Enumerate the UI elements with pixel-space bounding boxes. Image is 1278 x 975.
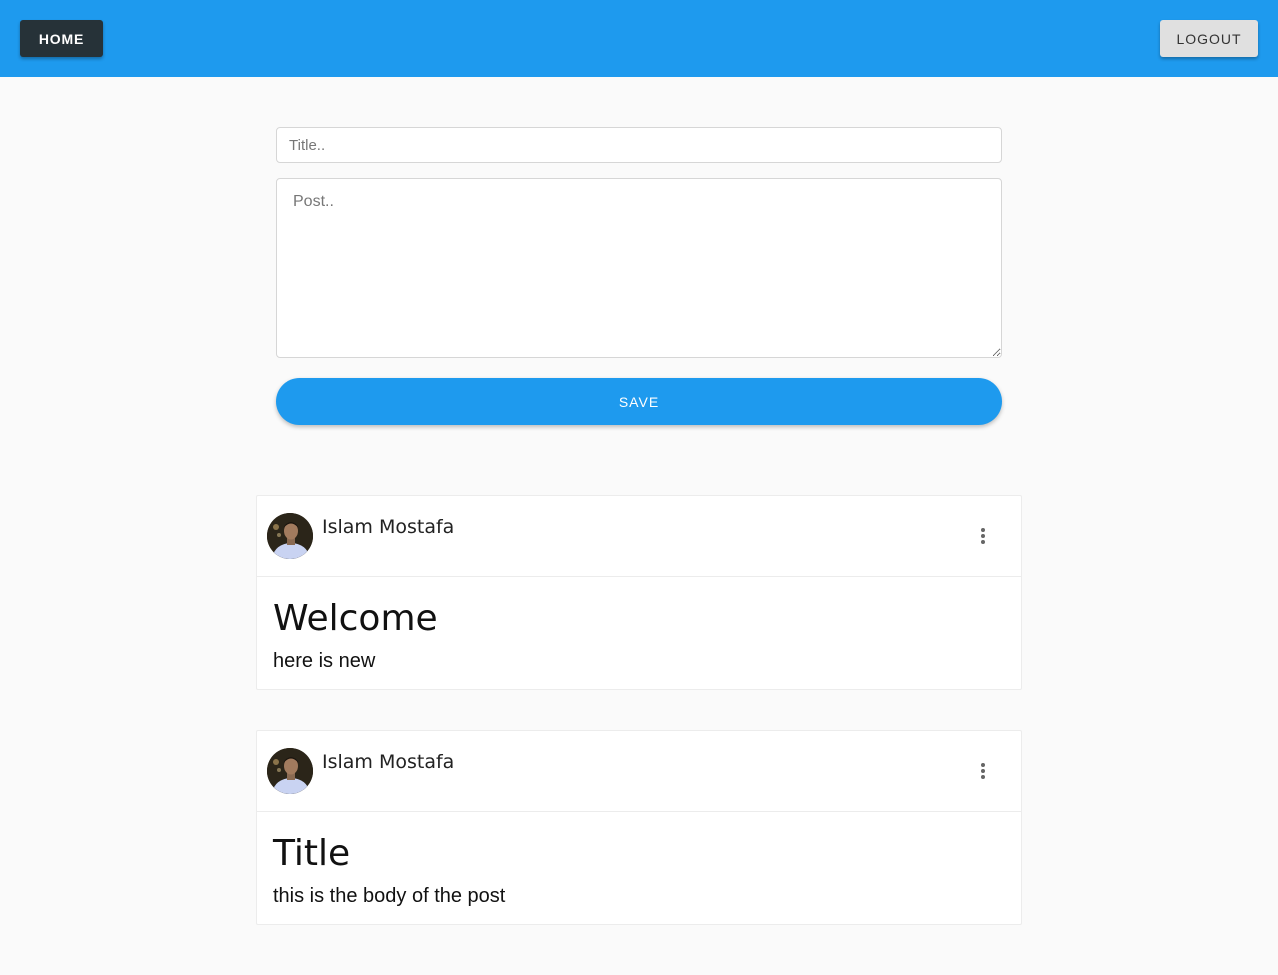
user-avatar-photo-icon <box>267 513 313 559</box>
post-textarea[interactable] <box>276 178 1002 358</box>
user-avatar-photo-icon <box>267 748 313 794</box>
title-input[interactable] <box>276 127 1002 163</box>
post-card-body: Welcome here is new <box>257 577 1021 689</box>
logout-button[interactable]: LOGOUT <box>1160 20 1258 57</box>
post-card: Islam Mostafa Title this is the body of … <box>256 730 1022 925</box>
top-app-bar: HOME LOGOUT <box>0 0 1278 77</box>
save-button[interactable]: SAVE <box>276 378 1002 425</box>
post-author-name: Islam Mostafa <box>322 751 455 773</box>
post-card-body: Title this is the body of the post <box>257 812 1021 924</box>
post-body: here is new <box>273 650 376 672</box>
post-card-header: Islam Mostafa <box>257 496 1021 577</box>
post-body: this is the body of the post <box>273 885 506 907</box>
post-author-name: Islam Mostafa <box>322 516 455 538</box>
post-card-header: Islam Mostafa <box>257 731 1021 812</box>
post-title: Welcome <box>273 598 438 639</box>
more-vertical-icon[interactable] <box>973 761 993 781</box>
more-vertical-icon[interactable] <box>973 526 993 546</box>
home-button[interactable]: HOME <box>20 20 103 57</box>
avatar <box>267 748 313 794</box>
post-title: Title <box>273 833 351 874</box>
avatar <box>267 513 313 559</box>
post-card: Islam Mostafa Welcome here is new <box>256 495 1022 690</box>
